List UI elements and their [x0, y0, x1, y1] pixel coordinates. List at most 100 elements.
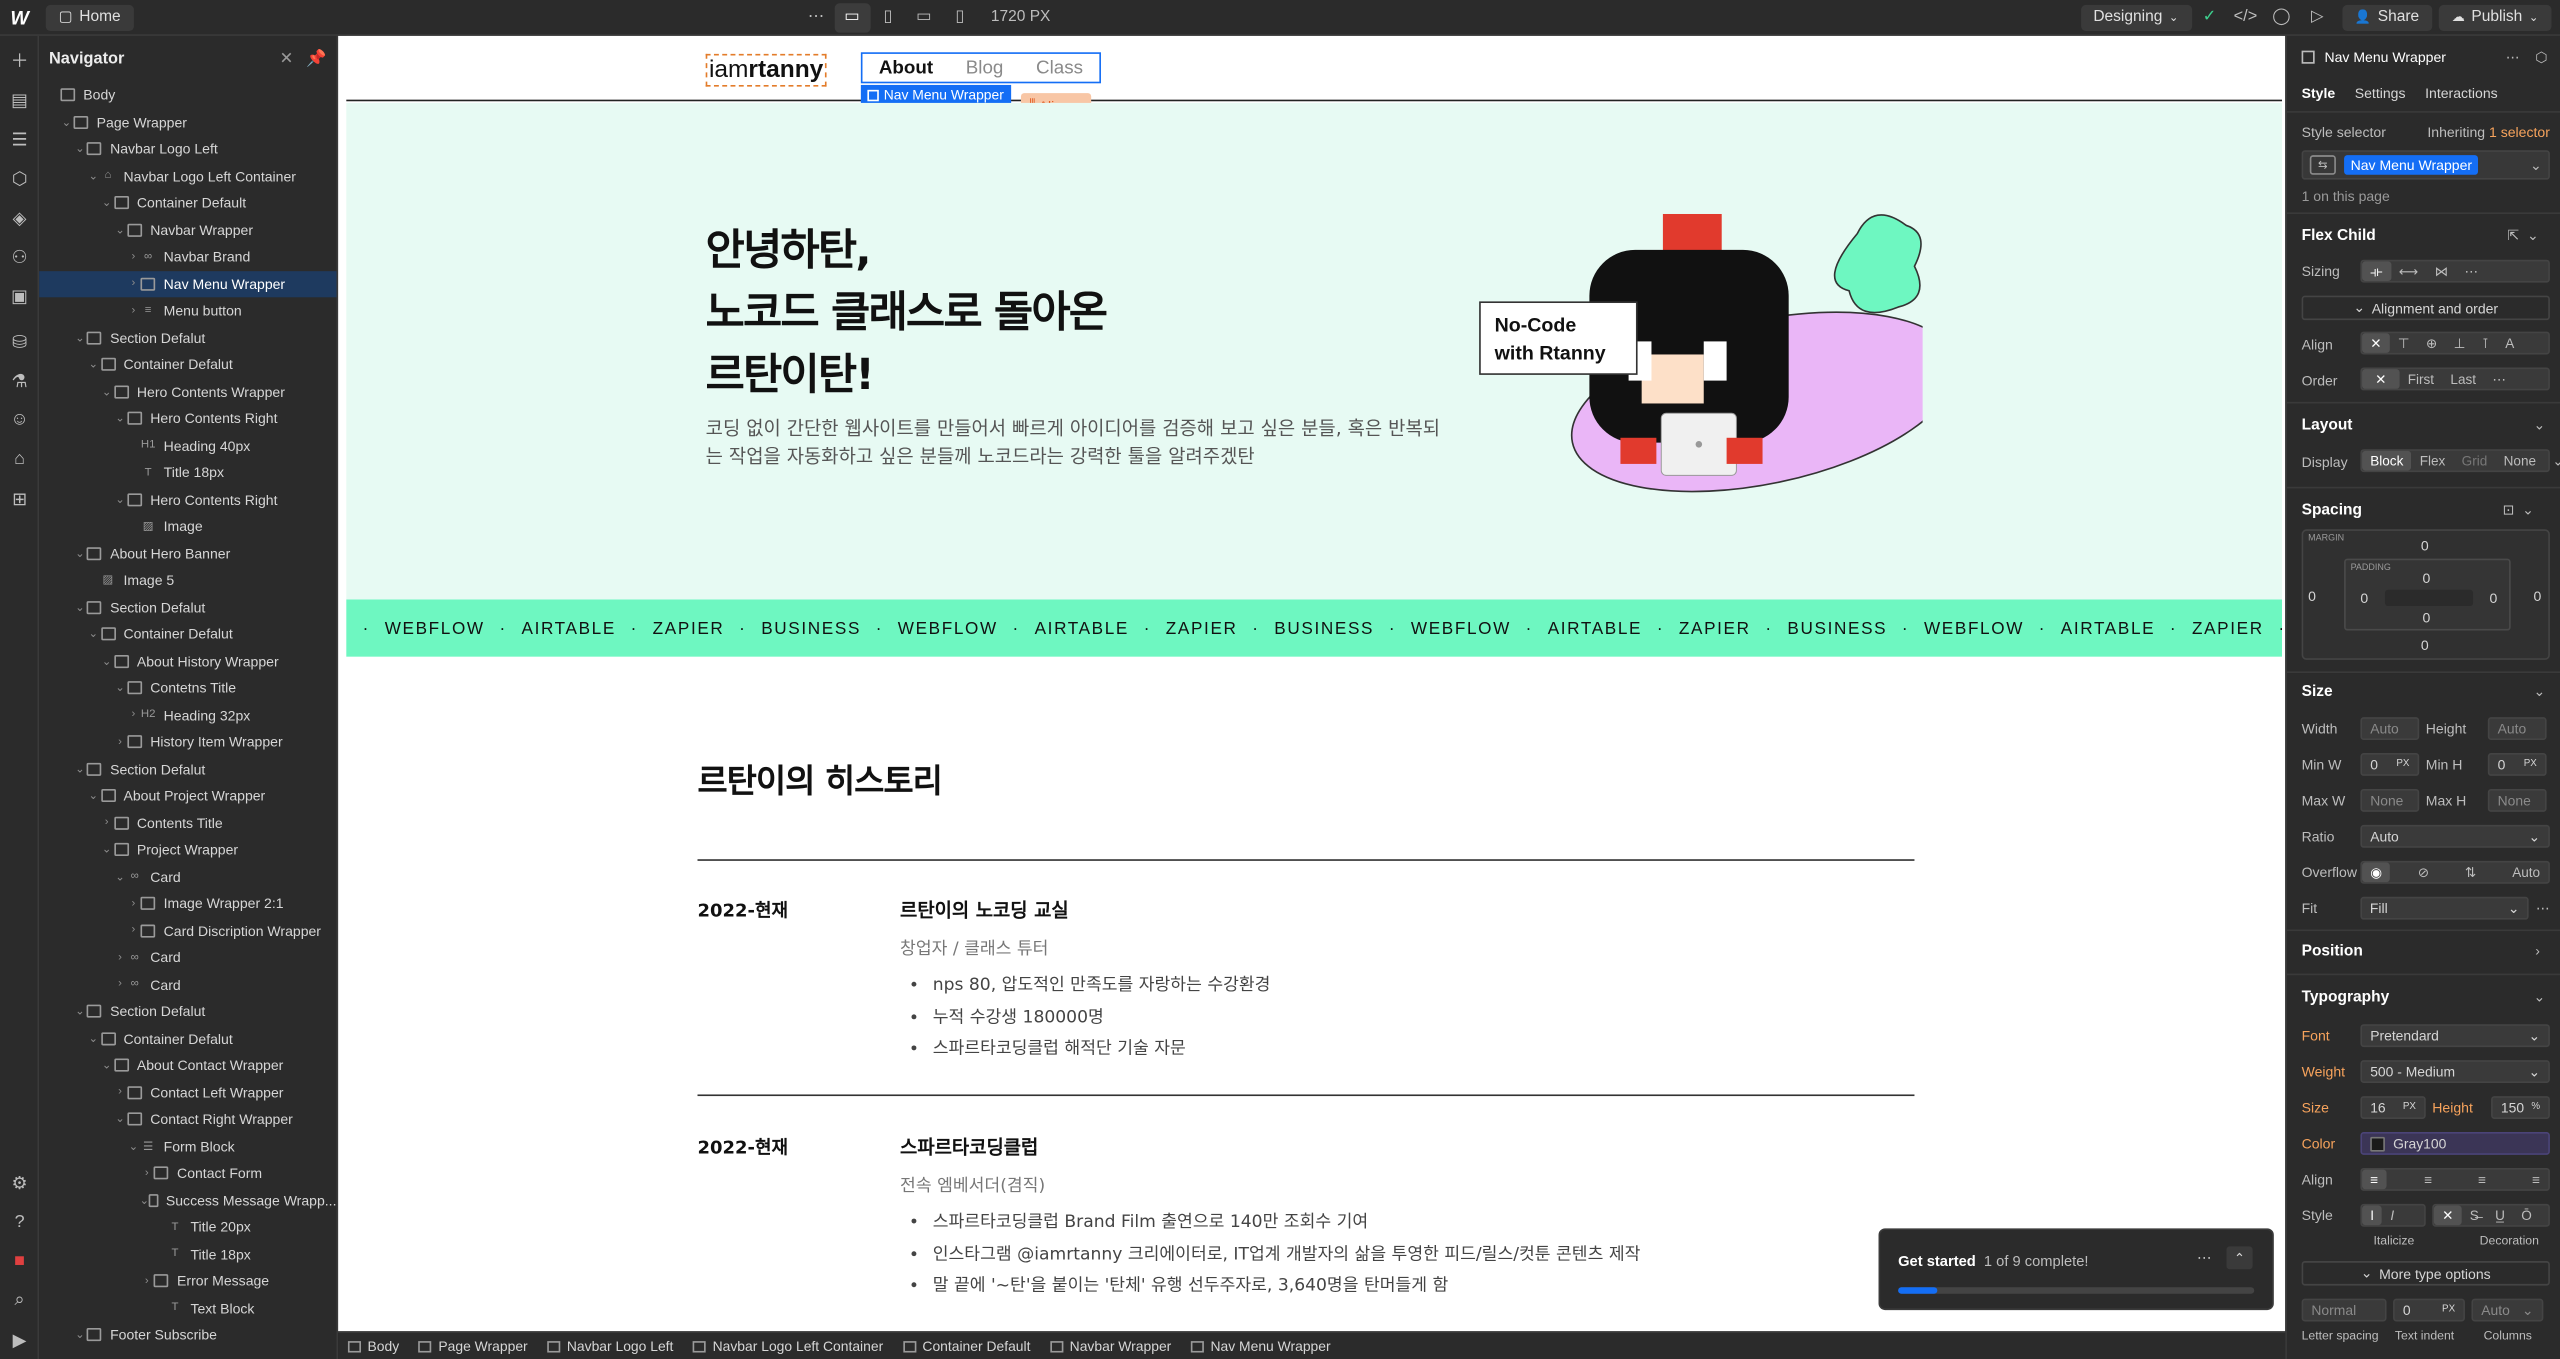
navigator-item[interactable]: H1 Heading 40px — [39, 432, 336, 459]
letter-spacing-input[interactable]: Normal — [2301, 1298, 2387, 1322]
flex-child-options-icon[interactable]: ⇱ ⌄ — [2507, 227, 2538, 245]
align-center-icon[interactable]: ⊕ — [2418, 335, 2446, 351]
height-input[interactable]: Auto — [2487, 717, 2547, 740]
chevron-right-icon[interactable]: › — [139, 1168, 154, 1179]
collapse-chevron-icon[interactable]: ⌃ — [2226, 1246, 2253, 1270]
navigator-item[interactable]: ⌄ About History Wrapper — [39, 648, 336, 675]
more-type-options-toggle[interactable]: ⌄ More type options — [2301, 1261, 2550, 1286]
margin-left-value[interactable]: 0 — [2308, 588, 2316, 604]
padding-top-value[interactable]: 0 — [2422, 570, 2430, 586]
navigator-item[interactable]: ⌄ Section Defalut — [39, 998, 336, 1025]
navigator-item[interactable]: ⌄ Section Defalut — [39, 324, 336, 351]
position-heading[interactable]: Position — [2302, 943, 2363, 961]
navigator-item[interactable]: ⌄ Contetns Title — [39, 675, 336, 702]
navigator-item[interactable]: ▨ Image 5 — [39, 567, 336, 594]
collapse-icon[interactable]: ✕ — [280, 50, 294, 68]
italic-icon[interactable]: I — [2382, 1207, 2402, 1223]
margin-bottom-value[interactable]: 0 — [2421, 637, 2429, 653]
chevron-down-icon[interactable]: ⌄ — [59, 116, 74, 128]
chevron-down-icon[interactable]: ⌄ — [86, 358, 101, 371]
navigator-item[interactable]: ▨ Image — [39, 513, 336, 540]
navigator-item[interactable]: › ≡ Menu button — [39, 297, 336, 324]
chevron-down-icon[interactable]: ⌄ — [99, 1059, 114, 1072]
chevron-down-icon[interactable]: ⌄ — [73, 331, 88, 344]
chevron-down-icon[interactable]: ⌄ — [2544, 452, 2560, 468]
chevron-right-icon[interactable]: › — [99, 817, 114, 828]
history-section[interactable]: 르탄이의 히스토리 — [698, 755, 1923, 802]
site-navbar[interactable]: iamrtanny About Blog Class Nav Menu Wrap… — [346, 35, 2282, 118]
spacing-options-icon[interactable]: ⊡ ⌄ — [2503, 501, 2534, 519]
more-icon[interactable]: ⋯ — [2484, 371, 2514, 387]
search-icon[interactable]: ⌕ — [0, 1281, 39, 1320]
get-started-toast[interactable]: Get started 1 of 9 complete! ⋯ ⌃ — [1878, 1228, 2274, 1311]
align-stretch-icon[interactable]: ⊺ — [2474, 335, 2497, 351]
navigator-item[interactable]: ⌄ About Hero Banner — [39, 540, 336, 567]
check-circle-icon[interactable]: ✓ — [2192, 2, 2228, 31]
inheriting-count[interactable]: 1 selector — [2489, 124, 2550, 140]
pages-icon[interactable]: ▤ — [0, 80, 39, 119]
navigator-item[interactable]: › Error Message — [39, 1268, 336, 1295]
navigator-item[interactable]: › Card Discription Wrapper — [39, 917, 336, 944]
chevron-right-icon[interactable]: › — [113, 736, 128, 747]
history-item[interactable]: 2022-현재 르탄이의 노코딩 교실 창업자 / 클래스 튜터 nps 80,… — [698, 897, 1915, 1093]
max-height-input[interactable]: None — [2487, 788, 2547, 812]
navigator-item[interactable]: ⌄ About Project Wrapper — [39, 782, 336, 809]
strikethrough-icon[interactable]: S̶ — [2462, 1207, 2487, 1223]
record-icon[interactable]: ■ — [0, 1241, 39, 1280]
navigator-item[interactable]: ⌄ Contact Right Wrapper — [39, 1106, 336, 1133]
components-icon[interactable]: ⬡ — [0, 158, 39, 197]
chevron-down-icon[interactable]: ⌄ — [73, 1005, 88, 1018]
navigator-item[interactable]: T Text Block — [39, 1295, 336, 1322]
variables-icon[interactable]: ⚇ — [0, 237, 39, 276]
text-indent-input[interactable]: 0 PX — [2393, 1298, 2465, 1322]
navigator-item[interactable]: T Title 20px — [39, 1214, 336, 1241]
navigator-item[interactable]: Body — [39, 82, 336, 109]
cms-icon[interactable]: ⛁ — [0, 322, 39, 361]
publish-button[interactable]: ☁ Publish ⌄ — [2438, 4, 2552, 31]
navigator-item[interactable]: ⌄ Navbar Wrapper — [39, 216, 336, 243]
navigator-item[interactable]: ⌄ Hero Contents Wrapper — [39, 378, 336, 405]
navigator-item[interactable]: › Nav Menu Wrapper — [39, 270, 337, 298]
breadcrumb-item[interactable]: Page Wrapper — [418, 1338, 528, 1354]
navigator-item[interactable]: ⌄ ☰ Form Block — [39, 1133, 336, 1160]
navbar-brand[interactable]: iamrtanny — [705, 53, 827, 87]
breadcrumb-item[interactable]: Container Default — [902, 1338, 1030, 1354]
mode-dropdown[interactable]: Designing ⌄ — [2080, 4, 2192, 31]
navigator-item[interactable]: ⌄ Container Defalut — [39, 621, 336, 648]
grow-icon[interactable]: ⟷ — [2391, 263, 2427, 279]
tab-interactions[interactable]: Interactions — [2425, 85, 2498, 101]
close-icon[interactable]: ✕ — [2362, 369, 2400, 389]
chevron-right-icon[interactable]: › — [2535, 943, 2540, 959]
margin-right-value[interactable]: 0 — [2534, 588, 2542, 604]
users-icon[interactable]: ☺ — [0, 400, 39, 439]
close-icon[interactable]: ✕ — [2433, 1205, 2462, 1226]
navigator-item[interactable]: T Title 18px — [39, 1241, 336, 1268]
chevron-down-icon[interactable]: ⌄ — [73, 762, 88, 775]
shrink-icon[interactable]: ⟛ — [2362, 261, 2391, 281]
ratio-select[interactable]: Auto ⌄ — [2360, 824, 2550, 848]
navigator-item[interactable]: ⌄ Hero Contents Right — [39, 405, 336, 432]
underline-icon[interactable]: U̲ — [2487, 1207, 2513, 1223]
chevron-down-icon[interactable]: ⌄ — [2534, 683, 2546, 701]
navigator-item[interactable]: ⌄ Footer Subscribe — [39, 1322, 336, 1349]
padding-box[interactable]: PADDING 0 0 0 0 — [2344, 558, 2511, 631]
overline-icon[interactable]: Ō — [2513, 1207, 2540, 1223]
size-heading[interactable]: Size — [2302, 683, 2333, 701]
navigator-item[interactable]: ⌄ About Contact Wrapper — [39, 1052, 336, 1079]
navigator-item[interactable]: ⌄ Container Defalut — [39, 1025, 336, 1052]
breadcrumb-item[interactable]: Navbar Logo Left Container — [693, 1338, 883, 1354]
min-width-input[interactable]: 0 PX — [2360, 753, 2420, 776]
chevron-right-icon[interactable]: › — [113, 1087, 128, 1098]
flex-child-heading[interactable]: Flex Child — [2302, 227, 2376, 245]
display-none[interactable]: None — [2495, 452, 2544, 468]
align-center-text-icon[interactable]: ≡ — [2416, 1171, 2440, 1187]
nav-menu-wrapper[interactable]: About Blog Class — [860, 52, 1102, 84]
navigator-item[interactable]: T Title 18px — [39, 459, 336, 486]
navigator-item[interactable]: › Image Wrapper 2:1 — [39, 890, 336, 917]
font-select[interactable]: Pretendard ⌄ — [2360, 1024, 2550, 1048]
alignment-order-toggle[interactable]: ⌄ Alignment and order — [2301, 295, 2550, 321]
decoration-control[interactable]: ✕ S̶ U̲ Ō — [2432, 1203, 2550, 1227]
hero-section[interactable]: 안녕하탄, 노코드 클래스로 돌아온 르탄이탄! 코딩 없이 간단한 웹사이트를… — [346, 102, 2282, 600]
font-size-input[interactable]: 16 PX — [2360, 1096, 2426, 1119]
max-width-input[interactable]: None — [2360, 788, 2420, 812]
